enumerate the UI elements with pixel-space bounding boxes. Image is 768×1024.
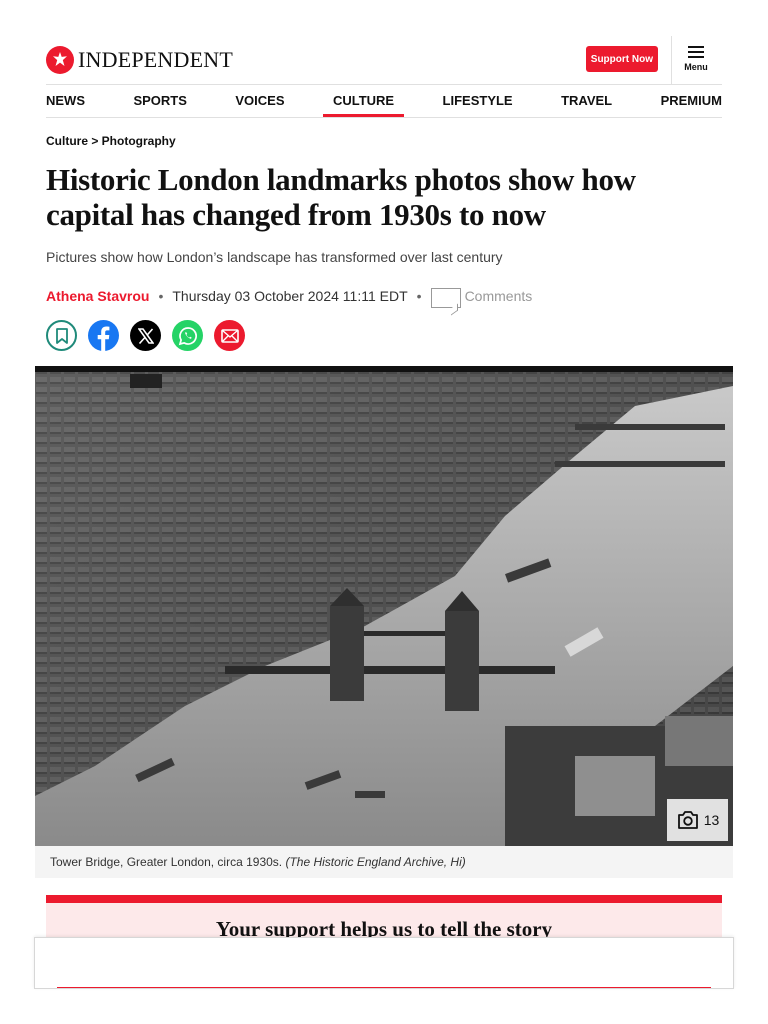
- whatsapp-icon[interactable]: [172, 320, 203, 351]
- facebook-icon[interactable]: [88, 320, 119, 351]
- header-divider: [671, 36, 672, 84]
- nav-item-lifestyle[interactable]: LIFESTYLE: [443, 84, 513, 117]
- gallery-count-button[interactable]: 13: [667, 799, 728, 841]
- comment-icon[interactable]: [430, 288, 461, 308]
- byline-separator: •: [416, 288, 422, 304]
- nav-item-sports[interactable]: SPORTS: [133, 84, 186, 117]
- image-caption: Tower Bridge, Greater London, circa 1930…: [35, 846, 733, 878]
- camera-icon: [677, 811, 698, 829]
- aerial-photo: [35, 366, 733, 846]
- byline-separator: •: [158, 288, 164, 304]
- email-icon[interactable]: [214, 320, 245, 351]
- share-bar: [46, 320, 245, 351]
- publish-date: Thursday 03 October 2024 11:11 EDT: [172, 288, 408, 304]
- x-icon[interactable]: [130, 320, 161, 351]
- nav-item-news[interactable]: NEWS: [46, 84, 85, 117]
- nav-item-culture[interactable]: CULTURE: [322, 84, 405, 117]
- byline: Athena Stavrou • Thursday 03 October 202…: [46, 284, 532, 308]
- sticky-divider: [57, 987, 711, 988]
- main-nav: NEWS SPORTS VOICES CULTURE LIFESTYLE TRA…: [46, 84, 722, 118]
- menu-label: Menu: [684, 62, 708, 72]
- bookmark-icon[interactable]: [46, 320, 77, 351]
- nav-item-voices[interactable]: VOICES: [235, 84, 284, 117]
- article-headline: Historic London landmarks photos show ho…: [46, 162, 636, 232]
- comments-link[interactable]: Comments: [465, 288, 533, 304]
- hamburger-icon: [688, 46, 704, 58]
- caption-credit: (The Historic England Archive, Hi): [285, 855, 466, 869]
- eagle-logo-icon: [46, 46, 74, 74]
- nav-item-premium[interactable]: PREMIUM: [661, 84, 722, 117]
- author-link[interactable]: Athena Stavrou: [46, 288, 149, 304]
- caption-text: Tower Bridge, Greater London, circa 1930…: [50, 855, 286, 869]
- hero-image[interactable]: 13: [35, 366, 733, 846]
- sticky-banner: [34, 937, 734, 989]
- article-standfirst: Pictures show how London’s landscape has…: [46, 249, 503, 265]
- site-logo[interactable]: INDEPENDENT: [46, 46, 233, 74]
- site-header: INDEPENDENT Support Now Menu: [46, 36, 722, 85]
- support-now-button[interactable]: Support Now: [585, 46, 658, 72]
- breadcrumb[interactable]: Culture > Photography: [46, 134, 176, 148]
- logo-wordmark: INDEPENDENT: [78, 47, 233, 72]
- menu-button[interactable]: Menu: [682, 44, 710, 72]
- gallery-count: 13: [703, 812, 720, 828]
- nav-item-travel[interactable]: TRAVEL: [561, 84, 612, 117]
